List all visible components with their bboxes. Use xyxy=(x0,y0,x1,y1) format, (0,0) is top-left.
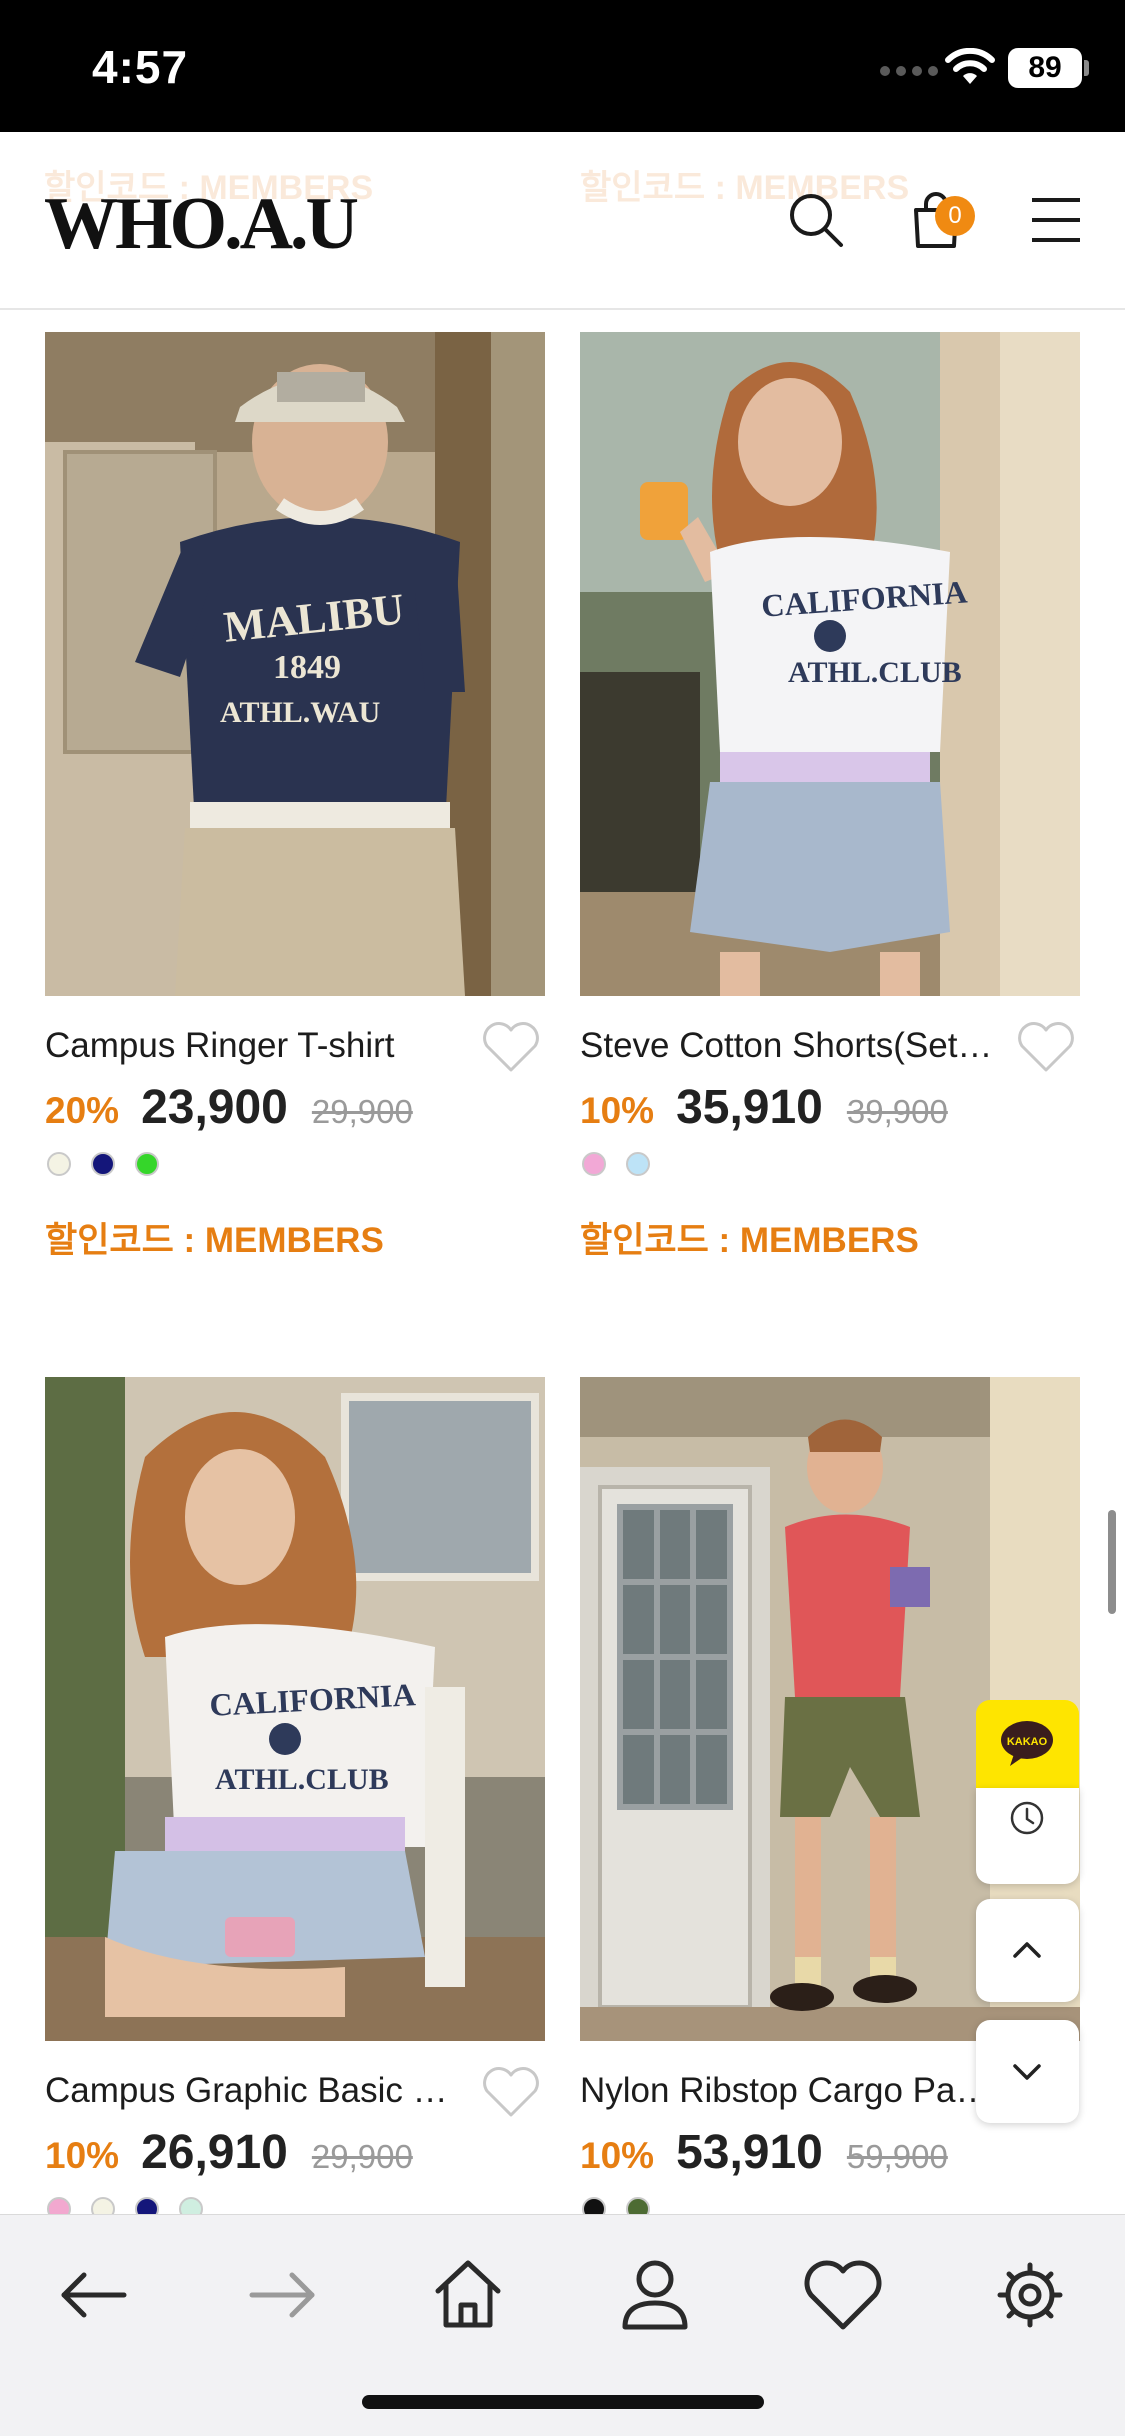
product-name[interactable]: Steve Cotton Shorts(Set… xyxy=(580,1026,1000,1066)
product-name[interactable]: Campus Ringer T-shirt xyxy=(45,1026,465,1066)
original-price: 39,900 xyxy=(846,1093,948,1130)
gear-icon[interactable] xyxy=(980,2245,1080,2345)
heart-icon[interactable] xyxy=(793,2245,893,2345)
product-name[interactable]: Campus Graphic Basic … xyxy=(45,2071,465,2111)
sale-price: 35,910 xyxy=(676,1081,823,1134)
discount-rate: 10% xyxy=(580,2135,655,2176)
discount-rate: 10% xyxy=(45,2135,120,2176)
kakao-chat-button[interactable]: KAKAO xyxy=(976,1700,1079,1788)
recently-viewed-button[interactable] xyxy=(976,1788,1079,1884)
svg-text:ATHL.WAU: ATHL.WAU xyxy=(220,696,380,729)
cellular-signal-icon xyxy=(880,66,938,76)
promo-code: 할인코드 : MEMBERS xyxy=(45,1221,384,1260)
home-icon[interactable] xyxy=(418,2245,518,2345)
color-swatch xyxy=(91,1152,115,1176)
product-image[interactable]: CALIFORNIA ATHL.CLUB xyxy=(580,332,1080,996)
color-swatch xyxy=(626,1152,650,1176)
heart-icon[interactable] xyxy=(481,1020,541,1074)
person-icon[interactable] xyxy=(605,2245,705,2345)
scrolled-promo-code: 할인코드 : MEMBERS xyxy=(580,169,910,207)
brand-logo[interactable]: WHO.A.U xyxy=(44,182,359,267)
discount-rate: 20% xyxy=(45,1090,120,1131)
color-swatch xyxy=(47,1152,71,1176)
product-card[interactable]: MALIBU 1849 ATHL.WAU Campus Ringer T-shi… xyxy=(45,332,545,1260)
price-row: 10% 35,910 39,900 xyxy=(580,1080,948,1135)
status-bar: 4:57 89 xyxy=(0,0,1125,132)
scroll-to-top-button[interactable] xyxy=(976,1899,1079,2002)
sale-price: 23,900 xyxy=(141,1081,288,1134)
color-swatches xyxy=(582,1152,650,1176)
product-card[interactable]: CALIFORNIA ATHL.CLUB Campus Graphic Basi… xyxy=(45,1377,545,2221)
heart-icon[interactable] xyxy=(1016,1020,1076,1074)
home-indicator[interactable] xyxy=(362,2395,764,2409)
cart-count-badge: 0 xyxy=(935,196,975,236)
color-swatch xyxy=(582,1152,606,1176)
price-row: 10% 26,910 29,900 xyxy=(45,2125,413,2180)
price-row: 10% 53,910 59,900 xyxy=(580,2125,948,2180)
promo-code: 할인코드 : MEMBERS xyxy=(580,1221,919,1260)
site-header: 할인코드 : MEMBERS 할인코드 : MEMBERS WHO.A.U 0 xyxy=(0,132,1125,310)
original-price: 29,900 xyxy=(311,1093,413,1130)
scrollbar[interactable] xyxy=(1108,1510,1116,1614)
price-row: 20% 23,900 29,900 xyxy=(45,1080,413,1135)
svg-text:ATHL.CLUB: ATHL.CLUB xyxy=(788,656,962,689)
svg-text:ATHL.CLUB: ATHL.CLUB xyxy=(215,1763,389,1796)
chevron-down-icon xyxy=(1013,2064,1041,2080)
kakao-label: KAKAO xyxy=(1007,1736,1048,1748)
arrow-left-icon[interactable] xyxy=(44,2245,144,2345)
discount-rate: 10% xyxy=(580,1090,655,1131)
chevron-up-icon xyxy=(1013,1942,1041,1958)
wifi-icon xyxy=(945,48,995,84)
arrow-right-icon[interactable] xyxy=(232,2245,332,2345)
original-price: 29,900 xyxy=(311,2138,413,2175)
scroll-to-bottom-button[interactable] xyxy=(976,2020,1079,2123)
svg-text:1849: 1849 xyxy=(273,649,341,686)
sale-price: 26,910 xyxy=(141,2126,288,2179)
product-card[interactable]: CALIFORNIA ATHL.CLUB Steve Cotton Shorts… xyxy=(580,332,1080,1260)
battery-level: 89 xyxy=(1008,48,1082,88)
clock-icon xyxy=(1010,1801,1044,1835)
heart-icon[interactable] xyxy=(481,2065,541,2119)
search-icon[interactable] xyxy=(784,188,848,252)
product-image[interactable]: MALIBU 1849 ATHL.WAU xyxy=(45,332,545,996)
product-name[interactable]: Nylon Ribstop Cargo Pa… xyxy=(580,2071,1000,2111)
menu-icon[interactable] xyxy=(1024,188,1088,252)
status-time: 4:57 xyxy=(92,41,189,93)
color-swatch xyxy=(135,1152,159,1176)
kakao-talk-icon: KAKAO xyxy=(1001,1721,1053,1766)
sale-price: 53,910 xyxy=(676,2126,823,2179)
original-price: 59,900 xyxy=(846,2138,948,2175)
product-image[interactable]: CALIFORNIA ATHL.CLUB xyxy=(45,1377,545,2041)
battery-tip xyxy=(1084,60,1089,76)
color-swatches xyxy=(47,1152,159,1176)
